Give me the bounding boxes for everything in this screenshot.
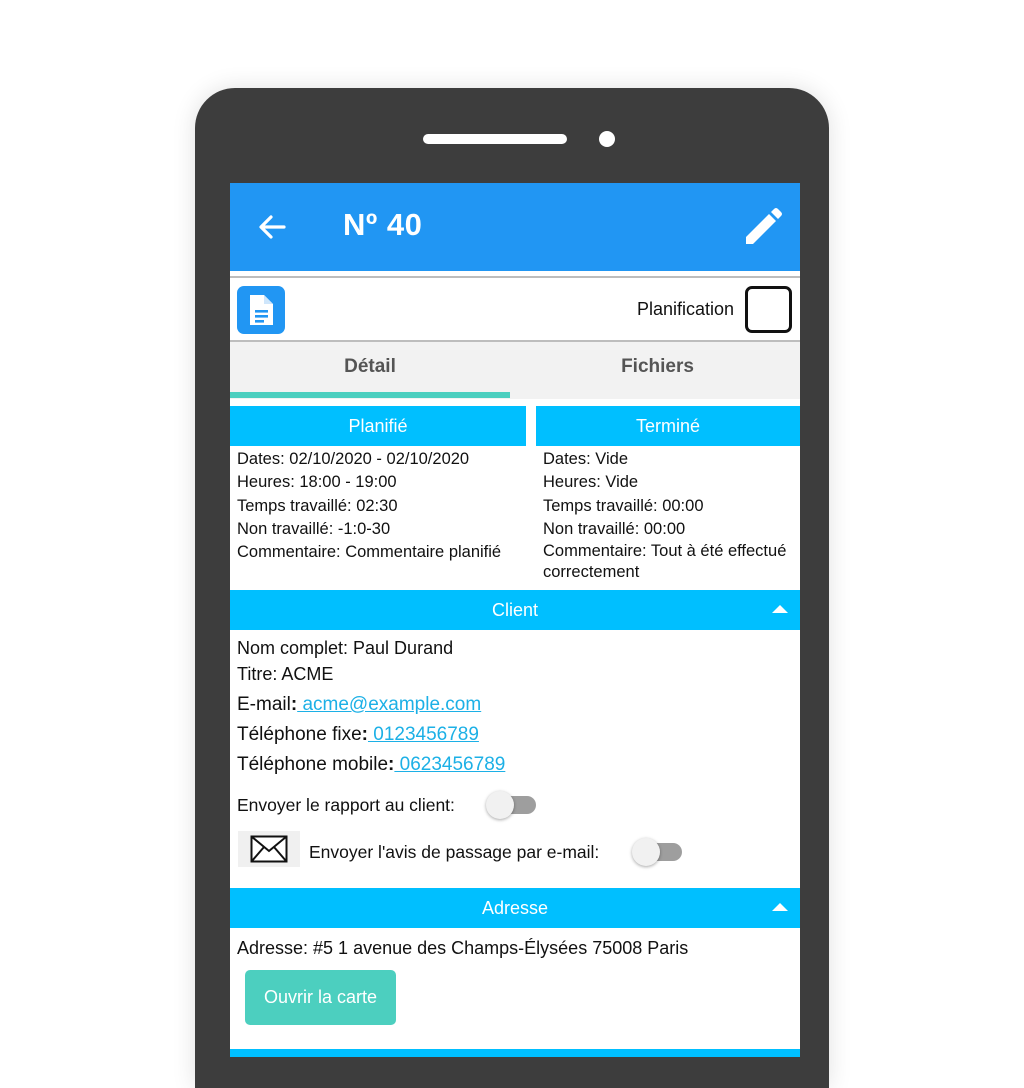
tab-indicator [230, 392, 510, 398]
address-section-title: Adresse [481, 898, 549, 918]
phone-speaker [423, 134, 567, 144]
planification-label: Planification [636, 299, 734, 319]
page-title: Nº 40 [343, 207, 423, 242]
planned-dates: Dates: 02/10/2020 - 02/10/2020 [237, 450, 470, 468]
done-hours: Heures: Vide [543, 473, 639, 492]
tab-detail[interactable]: Détail [230, 342, 510, 399]
document-icon [250, 295, 273, 325]
next-section-header [230, 1049, 800, 1057]
mobile-label: Téléphone mobile [237, 754, 389, 775]
chevron-up-icon[interactable] [772, 903, 788, 911]
client-details: Nom complet: Paul Durand Titre: ACME E-m… [237, 638, 793, 780]
done-column: Dates: Vide Heures: Vide Temps travaillé… [543, 448, 793, 583]
app-bar: Nº 40 [230, 183, 800, 271]
send-notice-row: Envoyer l'avis de passage par e-mail: [309, 842, 599, 863]
done-comment: Commentaire: Tout à été effectué correct… [543, 542, 787, 582]
planned-hours: Heures: 18:00 - 19:00 [237, 473, 397, 492]
email-label: E-mail [237, 694, 291, 715]
email-link[interactable]: acme@example.com [297, 694, 481, 715]
planned-worked: Temps travaillé: 02:30 [237, 496, 398, 515]
open-map-button[interactable]: Ouvrir la carte [245, 970, 396, 1025]
tab-files[interactable]: Fichiers [515, 342, 800, 399]
done-header: Terminé [536, 406, 800, 446]
send-notice-toggle[interactable] [632, 838, 684, 866]
phone-label: Téléphone fixe [237, 724, 362, 745]
send-report-label: Envoyer le rapport au client: [237, 795, 455, 815]
client-phone-row: Téléphone fixe: 0123456789 [237, 724, 479, 745]
envelope-icon [250, 835, 288, 863]
client-title: Titre: ACME [237, 664, 334, 684]
done-dates: Dates: Vide [543, 450, 628, 468]
pencil-icon[interactable] [740, 206, 784, 250]
planned-header: Planifié [230, 406, 526, 446]
client-email-row: E-mail: acme@example.com [237, 694, 482, 715]
detail-toolbar: Planification [230, 276, 800, 342]
app-screen: Nº 40 Planification Détail Fichiers Plan… [230, 183, 800, 1057]
client-full-name: Nom complet: Paul Durand [237, 638, 454, 658]
done-worked: Temps travaillé: 00:00 [543, 496, 704, 515]
mail-icon-box [238, 831, 300, 867]
send-report-row: Envoyer le rapport au client: [237, 795, 455, 816]
planned-comment: Commentaire: Commentaire planifié [237, 543, 502, 562]
done-not-worked: Non travaillé: 00:00 [543, 519, 686, 538]
document-button[interactable] [237, 286, 285, 334]
planned-not-worked: Non travaillé: -1:0-30 [237, 519, 391, 538]
client-section-header[interactable]: Client [230, 590, 800, 630]
send-notice-label: Envoyer l'avis de passage par e-mail: [309, 842, 600, 862]
mobile-link[interactable]: 0623456789 [394, 754, 506, 775]
client-section-title: Client [491, 600, 539, 620]
phone-camera [599, 131, 615, 147]
planned-column: Dates: 02/10/2020 - 02/10/2020 Heures: 1… [237, 448, 527, 564]
address-section-header[interactable]: Adresse [230, 888, 800, 928]
arrow-left-icon[interactable] [256, 211, 288, 243]
send-report-toggle[interactable] [486, 791, 538, 819]
client-mobile-row: Téléphone mobile: 0623456789 [237, 754, 506, 775]
tab-bar: Détail Fichiers [230, 342, 800, 399]
chevron-up-icon[interactable] [772, 605, 788, 613]
address-text: Adresse: #5 1 avenue des Champs-Élysées … [237, 938, 689, 958]
planification-checkbox[interactable] [745, 286, 792, 333]
phone-link[interactable]: 0123456789 [368, 724, 479, 745]
